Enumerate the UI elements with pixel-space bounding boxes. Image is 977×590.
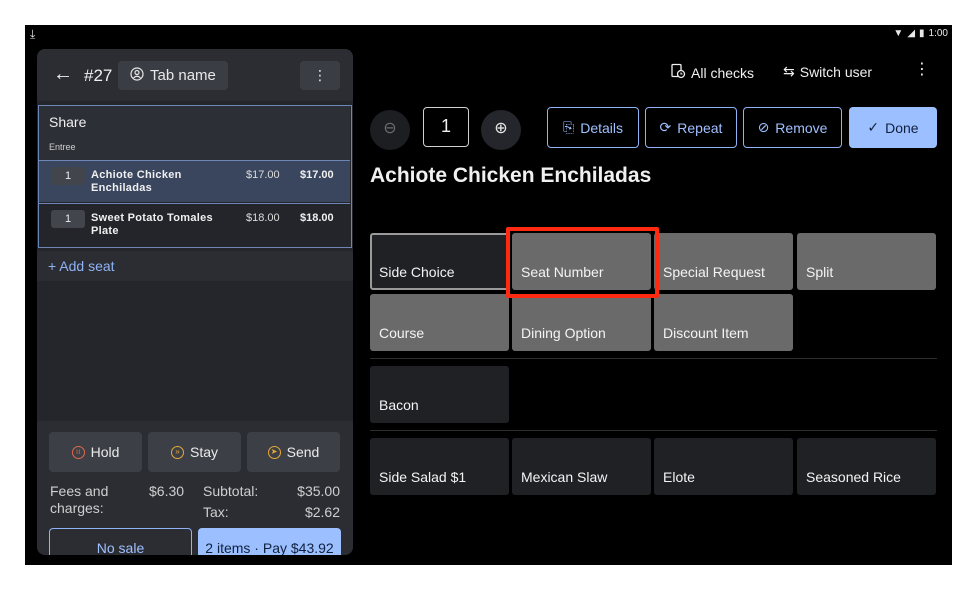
signal-icon: ◢ xyxy=(907,28,916,39)
tab-number: #27 xyxy=(84,66,113,85)
send-label: Send xyxy=(286,444,320,460)
dining-option-tile[interactable]: Dining Option xyxy=(512,294,651,351)
selected-item-title: Achiote Chicken Enchiladas xyxy=(370,164,652,187)
details-label: Details xyxy=(580,119,623,136)
item-name: Achiote Chicken Enchiladas xyxy=(91,169,182,194)
order-item-row[interactable]: 1 Sweet Potato Tomales Plate $18.00 $18.… xyxy=(39,203,350,245)
pay-button[interactable]: 2 items · Pay $43.92 xyxy=(198,528,341,555)
tab-name-button[interactable]: Tab name xyxy=(118,61,228,90)
status-icons: ▼ ◢ ▮ 1:00 xyxy=(893,28,948,39)
remove-icon: ⊘ xyxy=(757,119,770,135)
send-button[interactable]: ➤ Send xyxy=(247,432,340,472)
all-checks-label: All checks xyxy=(691,64,755,81)
switch-user-label: Switch user xyxy=(799,63,873,80)
special-request-tile[interactable]: Special Request xyxy=(654,233,793,290)
share-title: Share xyxy=(49,114,87,130)
swap-icon: ⇆ xyxy=(783,63,795,79)
seasoned-rice-tile[interactable]: Seasoned Rice xyxy=(797,438,936,495)
repeat-label: Repeat xyxy=(677,119,723,136)
stay-label: Stay xyxy=(189,444,218,460)
seat-share-group: Share Entree 1 Achiote Chicken Enchilada… xyxy=(38,105,352,248)
done-button[interactable]: ✓ Done xyxy=(849,107,937,148)
item-price: $18.00 xyxy=(246,212,280,224)
checks-icon xyxy=(670,63,686,82)
share-header[interactable]: Share Entree xyxy=(39,106,350,160)
tax-value: $2.62 xyxy=(304,504,340,520)
wifi-icon: ▼ xyxy=(893,28,904,39)
done-label: Done xyxy=(885,119,919,136)
side-salad-tile[interactable]: Side Salad $1 xyxy=(370,438,509,495)
pause-icon: ıı xyxy=(71,445,85,459)
order-item-row[interactable]: 1 Achiote Chicken Enchiladas $17.00 $17.… xyxy=(39,160,350,202)
stay-icon: » xyxy=(170,445,184,459)
more-vert-icon[interactable]: ⋮ xyxy=(914,59,930,79)
subtotal-value: $35.00 xyxy=(297,483,340,499)
item-price: $17.00 xyxy=(246,169,280,181)
hold-label: Hold xyxy=(90,444,120,460)
minus-icon: ⊖ xyxy=(383,120,397,137)
item-total: $17.00 xyxy=(300,169,334,181)
side-choice-tile[interactable]: Side Choice xyxy=(370,233,509,290)
download-icon: ⤓ xyxy=(30,27,36,41)
discount-item-tile[interactable]: Discount Item xyxy=(654,294,793,351)
all-checks-button[interactable]: All checks xyxy=(670,63,754,82)
remove-button[interactable]: ⊘ Remove xyxy=(743,107,842,148)
more-vert-icon: ⋮ xyxy=(313,67,327,83)
battery-icon: ▮ xyxy=(919,28,925,39)
tax-label: Tax: xyxy=(203,504,229,520)
increase-quantity-button[interactable]: ⊕ xyxy=(481,110,521,150)
order-menu-button[interactable]: ⋮ xyxy=(300,61,340,90)
person-icon xyxy=(130,66,144,85)
order-header: ← #27 Tab name ⋮ xyxy=(37,49,353,101)
quantity-field[interactable]: 1 xyxy=(423,107,469,147)
repeat-icon: ⟳ xyxy=(659,119,672,135)
remove-label: Remove xyxy=(775,119,828,136)
details-icon: ⎘ xyxy=(563,119,575,135)
status-bar: ⤓ ▼ ◢ ▮ 1:00 xyxy=(25,25,952,43)
payment-area: ıı Hold » Stay ➤ Send Fees and charges: … xyxy=(37,421,353,555)
item-total: $18.00 xyxy=(300,212,334,224)
order-panel: ← #27 Tab name ⋮ Share Entree 1 Achiote … xyxy=(37,49,353,555)
stay-button[interactable]: » Stay xyxy=(148,432,241,472)
course-label: Entree xyxy=(49,142,76,152)
elote-tile[interactable]: Elote xyxy=(654,438,793,495)
split-tile[interactable]: Split xyxy=(797,233,936,290)
status-time: 1:00 xyxy=(928,28,948,39)
subtotal-label: Subtotal: xyxy=(203,483,259,499)
no-sale-button[interactable]: No sale xyxy=(49,528,192,555)
hold-button[interactable]: ıı Hold xyxy=(49,432,142,472)
repeat-button[interactable]: ⟳ Repeat xyxy=(645,107,737,148)
plus-icon: ⊕ xyxy=(494,120,508,137)
switch-user-button[interactable]: ⇆ Switch user xyxy=(783,63,872,80)
section-divider xyxy=(370,430,937,431)
course-tile[interactable]: Course xyxy=(370,294,509,351)
item-qty: 1 xyxy=(51,210,85,228)
fees-value: $6.30 xyxy=(149,483,185,499)
highlight-box xyxy=(506,227,659,298)
check-icon: ✓ xyxy=(867,119,880,135)
item-name: Sweet Potato Tomales Plate xyxy=(91,212,213,237)
app-screen: ⤓ ▼ ◢ ▮ 1:00 ← #27 Tab name ⋮ Share Entr… xyxy=(25,25,952,565)
mexican-slaw-tile[interactable]: Mexican Slaw xyxy=(512,438,651,495)
item-qty: 1 xyxy=(51,167,85,185)
tab-name-label: Tab name xyxy=(150,67,216,84)
details-button[interactable]: ⎘ Details xyxy=(547,107,639,148)
decrease-quantity-button[interactable]: ⊖ xyxy=(370,110,410,150)
back-arrow-icon[interactable]: ← xyxy=(53,63,73,86)
fees-label: Fees and charges: xyxy=(50,483,109,516)
send-icon: ➤ xyxy=(267,445,281,459)
section-divider xyxy=(370,358,937,359)
bacon-tile[interactable]: Bacon xyxy=(370,366,509,423)
add-seat-button[interactable]: + Add seat xyxy=(37,251,353,281)
